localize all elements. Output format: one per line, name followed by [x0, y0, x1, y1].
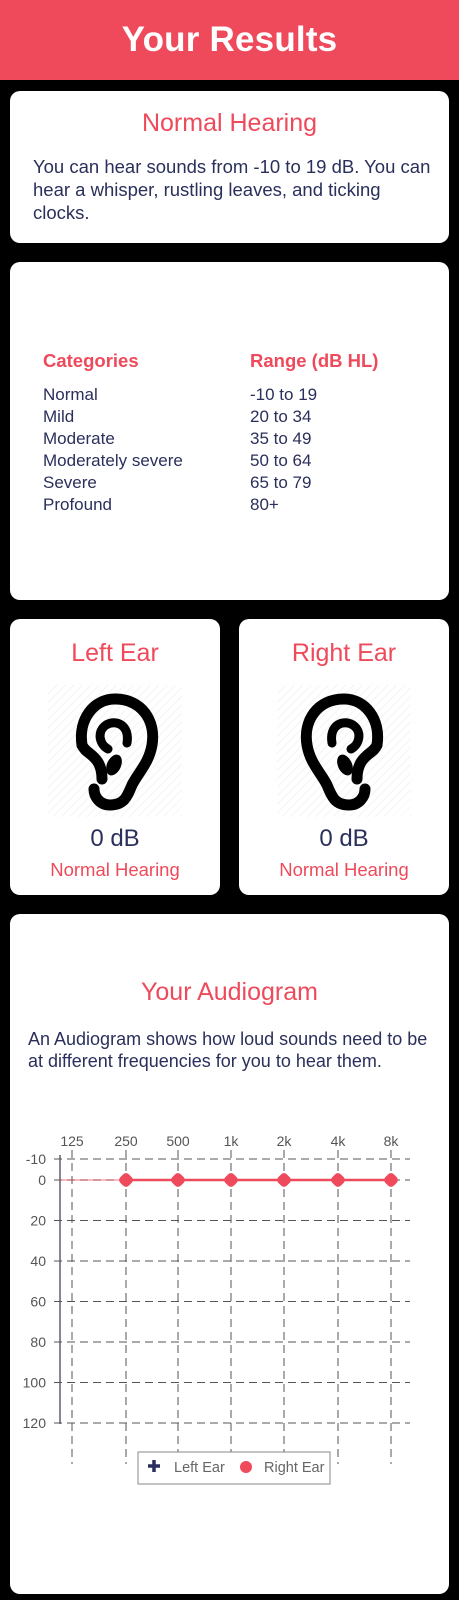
- legend-left-ear-label: Left Ear: [174, 1460, 225, 1476]
- x-tick-label: 4k: [331, 1133, 347, 1149]
- category-item: Mild: [43, 407, 75, 426]
- range-list: -10 to 19 20 to 34 35 to 49 50 to 64 65 …: [250, 384, 317, 516]
- left-ear-status: Normal Hearing: [50, 859, 180, 880]
- summary-title: Normal Hearing: [141, 109, 318, 137]
- right-ear-point: [119, 1173, 133, 1187]
- range-item: 65 to 79: [250, 473, 312, 492]
- right-ear-point: [171, 1173, 185, 1187]
- y-tick-label: 80: [30, 1334, 46, 1350]
- right-ear-card: Right Ear 0 dB Normal Hearing: [239, 619, 449, 895]
- range-header: Range (dB HL): [250, 350, 379, 371]
- y-tick-label: 0: [38, 1172, 46, 1188]
- y-tick-label: 20: [30, 1213, 46, 1229]
- right-ear-point: [224, 1173, 238, 1187]
- page-title: Your Results: [121, 20, 338, 59]
- x-tick-label: 500: [166, 1133, 190, 1149]
- range-item: 35 to 49: [250, 429, 312, 448]
- category-list: Normal Mild Moderate Moderately severe S…: [43, 384, 183, 516]
- left-ear-title: Left Ear: [71, 639, 159, 667]
- right-ear-value: 0 dB: [319, 825, 369, 852]
- left-ear-card: Left Ear 0 dB Normal Hearing: [10, 619, 220, 895]
- x-tick-label: 250: [114, 1133, 138, 1149]
- category-item: Moderately severe: [43, 451, 183, 470]
- y-tick-label: -10: [26, 1151, 46, 1167]
- x-tick-label: 8k: [384, 1133, 400, 1149]
- x-tick-label: 125: [60, 1133, 84, 1149]
- top-bar: Your Results: [0, 0, 459, 80]
- x-tick-label: 1k: [224, 1133, 240, 1149]
- right-ear-status: Normal Hearing: [279, 859, 409, 880]
- category-item: Profound: [43, 495, 112, 514]
- category-item: Moderate: [43, 429, 115, 448]
- y-tick-label: 100: [23, 1375, 47, 1391]
- categories-header: Categories: [43, 350, 139, 371]
- audiogram-card: Your Audiogram An Audiogram shows how lo…: [10, 914, 449, 1594]
- range-item: 20 to 34: [250, 407, 312, 426]
- summary-description: You can hear sounds from -10 to 19 dB. Y…: [33, 156, 431, 223]
- summary-card: Normal Hearing You can hear sounds from …: [10, 91, 449, 243]
- x-tick-label: 2k: [277, 1133, 293, 1149]
- legend-circle-icon: [240, 1461, 252, 1473]
- range-item: 80+: [250, 495, 279, 514]
- category-item: Severe: [43, 473, 97, 492]
- right-ear-point: [384, 1173, 398, 1187]
- left-ear-icon: [48, 685, 182, 817]
- left-ear-value: 0 dB: [90, 825, 140, 852]
- y-tick-label: 40: [30, 1253, 46, 1269]
- audiogram-chart: -10 0 20 40 60 80 100 120 125 250 500 1k 2k 4k 8k Left …: [23, 1133, 410, 1485]
- legend-right-ear-label: Right Ear: [264, 1460, 325, 1476]
- right-ear-point: [277, 1173, 291, 1187]
- right-ear-icon: [277, 685, 411, 817]
- right-ear-title: Right Ear: [291, 639, 397, 667]
- range-item: 50 to 64: [250, 451, 312, 470]
- right-ear-point: [331, 1173, 345, 1187]
- categories-card: Categories Range (dB HL) Normal Mild Mod…: [10, 262, 449, 600]
- range-item: -10 to 19: [250, 385, 318, 404]
- y-tick-label: 60: [30, 1294, 46, 1310]
- y-tick-label: 120: [23, 1415, 47, 1431]
- category-item: Normal: [43, 385, 98, 404]
